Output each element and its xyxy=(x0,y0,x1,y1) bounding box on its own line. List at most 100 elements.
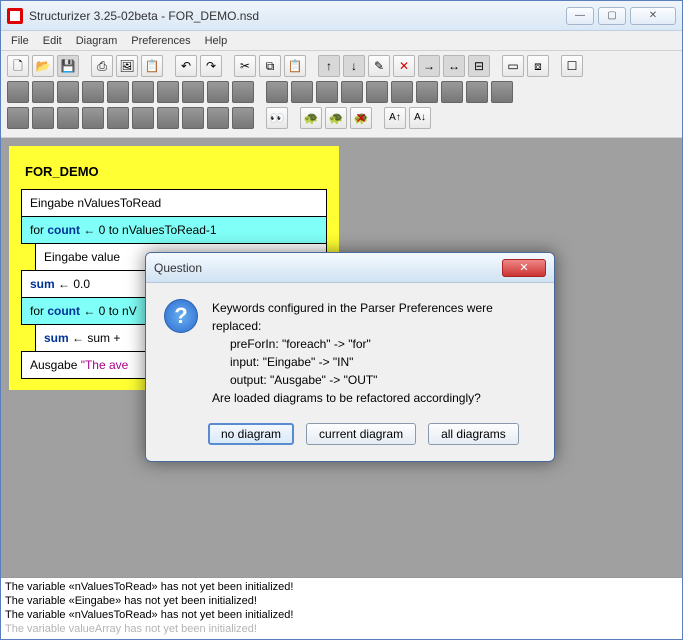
redo-icon: ↷ xyxy=(206,60,216,72)
undo-icon: ↶ xyxy=(181,60,191,72)
arrow-right-icon: → xyxy=(423,60,435,72)
element-4-button[interactable] xyxy=(82,107,104,129)
element-10-button[interactable] xyxy=(232,107,254,129)
element-5-button[interactable] xyxy=(107,107,129,129)
new-button[interactable]: 🗋 xyxy=(7,55,29,77)
log-line: The variable «nValuesToRead» has not yet… xyxy=(5,608,678,622)
paste-button[interactable]: 📋 xyxy=(284,55,306,77)
insert-case-button[interactable] xyxy=(57,81,79,103)
insert-jump-button[interactable] xyxy=(207,81,229,103)
edit-icon: ✎ xyxy=(374,60,384,72)
redo-button[interactable]: ↷ xyxy=(200,55,222,77)
insert-call-button[interactable] xyxy=(182,81,204,103)
insert-parallel-button[interactable] xyxy=(232,81,254,103)
show-hide-button[interactable]: 👀 xyxy=(266,107,288,129)
dialog-message: Keywords configured in the Parser Prefer… xyxy=(212,299,536,407)
menu-diagram[interactable]: Diagram xyxy=(70,33,124,49)
append-jump-button[interactable] xyxy=(466,81,488,103)
element-1-button[interactable] xyxy=(7,107,29,129)
dialog-title: Question xyxy=(154,261,502,275)
element-3-button[interactable] xyxy=(57,107,79,129)
collapse-button[interactable]: ⊟ xyxy=(468,55,490,77)
log-panel: The variable «nValuesToRead» has not yet… xyxy=(1,577,682,639)
insert-instruction-button[interactable] xyxy=(7,81,29,103)
run-turtle-button[interactable]: 🐢 xyxy=(300,107,322,129)
question-dialog: Question ✕ ? Keywords configured in the … xyxy=(145,252,555,462)
minimize-button[interactable]: — xyxy=(566,7,594,25)
element-2-button[interactable] xyxy=(32,107,54,129)
tool-up-button[interactable]: ↑ xyxy=(318,55,340,77)
cut-button[interactable]: ✂ xyxy=(234,55,256,77)
clipboard-button[interactable]: 📋 xyxy=(141,55,163,77)
font-up-icon: A↑ xyxy=(389,113,401,123)
log-line: The variable «Eingabe» has not yet been … xyxy=(5,594,678,608)
open-button[interactable]: 📂 xyxy=(32,55,54,77)
picture-button[interactable]: 🖼 xyxy=(116,55,138,77)
append-if-button[interactable] xyxy=(291,81,313,103)
copy-icon: ⧉ xyxy=(266,60,275,72)
insert-forever-button[interactable] xyxy=(157,81,179,103)
print-icon: ⎙ xyxy=(97,60,107,72)
element-7-button[interactable] xyxy=(157,107,179,129)
view3-button[interactable]: ☐ xyxy=(561,55,583,77)
copy-button[interactable]: ⧉ xyxy=(259,55,281,77)
insert-for-button[interactable] xyxy=(82,81,104,103)
append-case-button[interactable] xyxy=(316,81,338,103)
log-line: The variable valueArray has not yet been… xyxy=(5,622,678,636)
insert-while-button[interactable] xyxy=(107,81,129,103)
save-button[interactable]: 💾 xyxy=(57,55,79,77)
delete-icon: ✕ xyxy=(399,60,409,72)
menu-help[interactable]: Help xyxy=(199,33,234,49)
save-icon: 💾 xyxy=(61,60,76,72)
question-icon: ? xyxy=(164,299,198,333)
append-call-button[interactable] xyxy=(441,81,463,103)
element-9-button[interactable] xyxy=(207,107,229,129)
view1-button[interactable]: ▭ xyxy=(502,55,524,77)
close-button[interactable]: ✕ xyxy=(630,7,676,25)
move-right-button[interactable]: → xyxy=(418,55,440,77)
stop-turtle-button[interactable]: 🐢✕ xyxy=(350,107,372,129)
menu-edit[interactable]: Edit xyxy=(37,33,68,49)
append-instruction-button[interactable] xyxy=(266,81,288,103)
move-swap-button[interactable]: ↔ xyxy=(443,55,465,77)
insert-repeat-button[interactable] xyxy=(132,81,154,103)
diagram-title[interactable]: FOR_DEMO xyxy=(21,158,327,189)
font-decrease-button[interactable]: A↓ xyxy=(409,107,431,129)
app-icon xyxy=(7,8,23,24)
eyes-icon: 👀 xyxy=(270,112,285,124)
view2-button[interactable]: ⧈ xyxy=(527,55,549,77)
dialog-close-button[interactable]: ✕ xyxy=(502,259,546,277)
collapse-icon: ⊟ xyxy=(474,60,484,72)
append-for-button[interactable] xyxy=(341,81,363,103)
insert-if-button[interactable] xyxy=(32,81,54,103)
toolbar: 🗋 📂 💾 ⎙ 🖼 📋 ↶ ↷ ✂ ⧉ 📋 ↑ ↓ ✎ ✕ → ↔ ⊟ ▭ ⧈ xyxy=(1,51,682,138)
menu-preferences[interactable]: Preferences xyxy=(125,33,196,49)
append-while-button[interactable] xyxy=(366,81,388,103)
all-diagrams-button[interactable]: all diagrams xyxy=(428,423,519,445)
current-diagram-button[interactable]: current diagram xyxy=(306,423,416,445)
tool-edit-button[interactable]: ✎ xyxy=(368,55,390,77)
arrow-up-icon: ↑ xyxy=(326,60,332,72)
maximize-button[interactable]: ▢ xyxy=(598,7,626,25)
element-8-button[interactable] xyxy=(182,107,204,129)
log-line: The variable «nValuesToRead» has not yet… xyxy=(5,580,678,594)
element-6-button[interactable] xyxy=(132,107,154,129)
append-forever-button[interactable] xyxy=(416,81,438,103)
tool-delete-button[interactable]: ✕ xyxy=(393,55,415,77)
clipboard-icon: 📋 xyxy=(145,60,160,72)
turtle-icon: 🐢 xyxy=(304,112,319,124)
box2-icon: ⧈ xyxy=(534,60,542,72)
tool-down-button[interactable]: ↓ xyxy=(343,55,365,77)
box1-icon: ▭ xyxy=(507,60,518,72)
append-repeat-button[interactable] xyxy=(391,81,413,103)
block-input[interactable]: Eingabe nValuesToRead xyxy=(21,189,327,217)
debug-turtle-button[interactable]: 🐢 xyxy=(325,107,347,129)
undo-button[interactable]: ↶ xyxy=(175,55,197,77)
append-parallel-button[interactable] xyxy=(491,81,513,103)
menu-file[interactable]: File xyxy=(5,33,35,49)
block-for-1[interactable]: for count ← 0 to nValuesToRead-1 xyxy=(21,216,327,244)
font-increase-button[interactable]: A↑ xyxy=(384,107,406,129)
menubar: File Edit Diagram Preferences Help xyxy=(1,31,682,51)
no-diagram-button[interactable]: no diagram xyxy=(208,423,294,445)
print-button[interactable]: ⎙ xyxy=(91,55,113,77)
